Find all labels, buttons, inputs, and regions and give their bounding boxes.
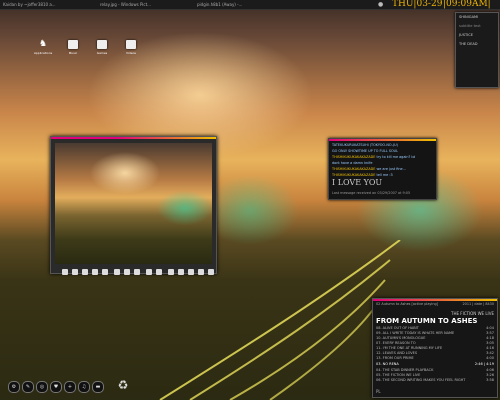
first-icon[interactable] bbox=[62, 269, 68, 275]
help-icon[interactable] bbox=[208, 269, 214, 275]
desktop-icon-videos[interactable]: Videos bbox=[121, 40, 141, 55]
track-title: 04. THE STAB DINNER PLAYBACK bbox=[376, 368, 434, 372]
pin-icon[interactable]: ● bbox=[378, 1, 383, 8]
side-panel-item[interactable]: JUSTICE bbox=[456, 31, 498, 40]
track-title: 13. FROM OUR PRIME bbox=[376, 356, 414, 360]
chat-line: GO ONLY SHOWTIME UP TO FULL SOUL bbox=[332, 149, 399, 153]
window-accent-bar bbox=[51, 137, 216, 139]
last-icon[interactable] bbox=[102, 269, 108, 275]
window-accent-bar bbox=[373, 299, 497, 301]
playlist-row[interactable]: 13. FROM OUR PRIME 4:00 bbox=[376, 356, 494, 361]
folder-icon[interactable]: ▬ bbox=[92, 381, 104, 393]
track-title: 05. THE FICTION WE LIVE bbox=[376, 373, 421, 377]
clock-time: |09:09AM| bbox=[443, 0, 491, 9]
playlist-button[interactable]: PL bbox=[376, 389, 381, 394]
edit-image-icon[interactable] bbox=[198, 269, 204, 275]
prev-icon[interactable] bbox=[72, 269, 78, 275]
settings-icon[interactable]: ⚙ bbox=[8, 381, 20, 393]
desktop-icon-label: Games bbox=[96, 51, 108, 55]
music-icon[interactable]: ♫ bbox=[78, 381, 90, 393]
task-button-2[interactable]: relay.jpg - Windows Pict... bbox=[100, 0, 195, 9]
zoom-in-icon[interactable] bbox=[114, 269, 120, 275]
desktop-icon-music[interactable]: Music bbox=[63, 40, 83, 55]
image-preview-window bbox=[50, 136, 217, 274]
now-playing-time: 2:46 bbox=[474, 362, 483, 366]
fit-icon[interactable] bbox=[134, 269, 140, 275]
print-icon[interactable] bbox=[178, 269, 184, 275]
chat-line: THISHIKUKUKAKAKAZADE try to kill me agai… bbox=[332, 155, 416, 159]
wolf-icon: ♞ bbox=[38, 39, 48, 49]
heart-icon[interactable]: ♥ bbox=[50, 381, 62, 393]
window-accent-bar bbox=[329, 139, 436, 141]
track-title: 12. LEAVES AND LOVES bbox=[376, 351, 418, 355]
player-artist: THE FICTION WE LIVE bbox=[451, 311, 494, 316]
player-title: 02 Autumn to Ashes [active playing] bbox=[376, 302, 438, 306]
edit-icon[interactable]: ✎ bbox=[22, 381, 34, 393]
globe-icon[interactable]: ◎ bbox=[36, 381, 48, 393]
chat-big-message: I LOVE YOU bbox=[332, 178, 383, 187]
music-player-window: 02 Autumn to Ashes [active playing] 2011… bbox=[372, 298, 498, 398]
track-title: 03. NO RENA bbox=[376, 362, 399, 366]
side-panel-item[interactable]: SHINIGAMI bbox=[456, 13, 498, 22]
dock: ⚙ ✎ ◎ ♥ + ♫ ▬ ♻ bbox=[8, 378, 136, 395]
music-app-icon bbox=[68, 40, 78, 49]
player-info: 2011 | date | 8430 bbox=[462, 302, 495, 306]
desktop-icon-label: Music bbox=[68, 51, 78, 55]
track-duration: 2:46 | 4:19 bbox=[474, 362, 494, 366]
games-icon bbox=[97, 40, 107, 49]
side-panel-subitem: subtitle text bbox=[459, 24, 481, 28]
chat-line: TATEKUKURUKATSUHI (TOKYOO-NO-JU) bbox=[332, 143, 398, 147]
task-button-3[interactable]: pidgin.h8b1 (Away) -... bbox=[197, 0, 292, 9]
track-title: 06. THE SECOND WRITING MAKES YOU FEEL RI… bbox=[376, 378, 466, 382]
delete-icon[interactable] bbox=[168, 269, 174, 275]
track-title: 09. ALL I WRITE TODAY IS WHATS HER NAME bbox=[376, 331, 455, 335]
play-icon[interactable] bbox=[82, 269, 88, 275]
chat-line: THISHIKUKUKAKAKAZADE tell me :3 bbox=[332, 173, 393, 177]
next-icon[interactable] bbox=[92, 269, 98, 275]
playlist-row-now-playing[interactable]: 03. NO RENA 2:46 | 4:19 bbox=[376, 362, 494, 367]
track-duration: 3:58 bbox=[486, 378, 494, 382]
videos-icon bbox=[126, 40, 136, 49]
desktop-icon-games[interactable]: Games bbox=[92, 40, 112, 55]
chat-line: THISHIKUKUKAKAKAZADE we are just fine... bbox=[332, 167, 406, 171]
rotate-left-icon[interactable] bbox=[146, 269, 152, 275]
side-panel: SHINIGAMI subtitle text JUSTICE THE DEAD bbox=[455, 12, 499, 88]
plus-icon[interactable]: + bbox=[64, 381, 76, 393]
track-title: 10. AUTUMN'S MONOLOGUE bbox=[376, 336, 426, 340]
taskbar: Kaidan by ~joffer3810 a... relay.jpg - W… bbox=[0, 0, 500, 10]
zoom-out-icon[interactable] bbox=[124, 269, 130, 275]
track-duration: 4:00 bbox=[486, 356, 494, 360]
copy-icon[interactable] bbox=[188, 269, 194, 275]
chat-line: dont have a damn knife bbox=[332, 161, 373, 165]
player-album: FROM AUTUMN TO ASHES bbox=[376, 317, 478, 325]
preview-image bbox=[55, 143, 212, 264]
side-panel-item[interactable]: THE DEAD bbox=[456, 40, 498, 49]
chat-window: TATEKUKURUKATSUHI (TOKYOO-NO-JU) GO ONLY… bbox=[328, 138, 437, 200]
track-title: 07. EVERY REASON TO bbox=[376, 341, 416, 345]
preview-controls bbox=[50, 267, 215, 279]
clock-date: THU|03-29 bbox=[392, 0, 443, 9]
track-title: 11. I'M THE ONE AT RUNNING MY LIFE bbox=[376, 346, 443, 350]
rotate-right-icon[interactable] bbox=[156, 269, 162, 275]
playlist-row[interactable]: 06. THE SECOND WRITING MAKES YOU FEEL RI… bbox=[376, 378, 494, 383]
track-title: 08. ALIVE OUT OF HABIT bbox=[376, 326, 419, 330]
desktop-icon-label: Videos bbox=[126, 51, 136, 55]
task-button-1[interactable]: Kaidan by ~joffer3810 a... bbox=[3, 0, 98, 9]
chat-status: Last message received on 03/29/2007 at 9… bbox=[332, 191, 411, 195]
recycle-icon[interactable]: ♻ bbox=[116, 378, 130, 392]
desktop-icon-applications[interactable]: ♞ Applications bbox=[33, 39, 53, 56]
desktop-icon-label: Applications bbox=[33, 51, 53, 55]
